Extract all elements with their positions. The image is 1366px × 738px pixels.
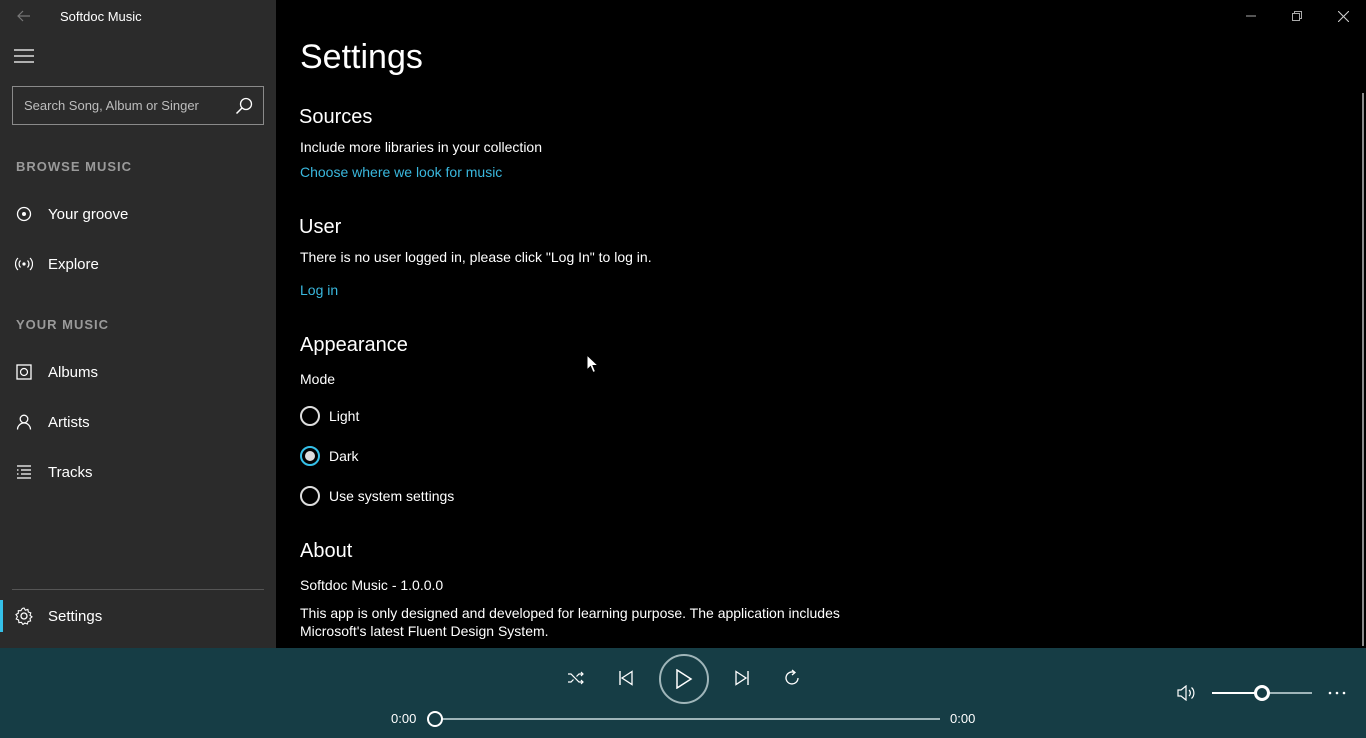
player-bar: 0:00 0:00 [0,648,1366,738]
app-title: Softdoc Music [60,9,142,24]
search-input[interactable] [13,87,231,124]
volume-button[interactable] [1175,681,1199,705]
speaker-icon [1177,685,1195,701]
close-icon [1337,10,1349,22]
sidebar-item-explore[interactable]: Explore [0,244,276,284]
minimize-icon [1246,15,1256,17]
vertical-scrollbar[interactable] [1362,93,1364,646]
previous-button[interactable] [614,666,638,690]
repeat-icon [785,669,799,685]
sidebar-item-your-groove[interactable]: Your groove [0,194,276,234]
shuffle-button[interactable] [564,666,588,690]
list-icon [15,463,33,481]
progress-thumb[interactable] [427,711,443,727]
restore-icon [1292,11,1302,21]
search-icon[interactable] [235,97,253,115]
sidebar-item-label: Your groove [48,205,129,223]
search-box [12,86,264,125]
sidebar-item-label: Explore [48,255,99,273]
repeat-button[interactable] [780,666,804,690]
radio-light[interactable]: Light [300,405,359,427]
your-music-header: YOUR MUSIC [16,317,110,332]
shuffle-icon [568,671,584,685]
main-content: Settings Sources Include more libraries … [276,0,1366,648]
restore-button[interactable] [1274,0,1320,32]
sidebar: Softdoc Music BROWSE MUSIC Your groove E… [0,0,276,648]
person-icon [15,413,33,431]
radio-circle [300,406,320,426]
album-icon [15,363,33,381]
sidebar-item-label: Settings [48,607,103,625]
hamburger-menu-button[interactable] [12,44,36,68]
user-status-text: There is no user logged in, please click… [300,249,652,265]
sidebar-item-artists[interactable]: Artists [0,402,276,442]
user-heading: User [299,216,342,238]
next-button[interactable] [730,666,754,690]
app-version: Softdoc Music - 1.0.0.0 [300,577,444,593]
sidebar-divider [12,589,264,590]
radio-system[interactable]: Use system settings [300,485,454,507]
selected-indicator [0,600,3,632]
minimize-button[interactable] [1228,0,1274,32]
groove-icon [15,205,33,223]
sidebar-item-albums[interactable]: Albums [0,352,276,392]
mouse-cursor-icon [586,354,600,374]
sources-description: Include more libraries in your collectio… [300,139,542,155]
radio-label: Use system settings [329,488,455,504]
sources-heading: Sources [299,106,373,128]
radio-waves-icon [15,255,33,273]
radio-label: Light [329,408,360,424]
back-arrow-icon [17,10,30,22]
sidebar-item-label: Artists [48,413,90,431]
current-time: 0:00 [391,711,417,726]
sidebar-item-tracks[interactable]: Tracks [0,452,276,492]
play-icon [676,669,693,689]
more-icon [1328,691,1346,695]
gear-icon [15,607,33,625]
appearance-heading: Appearance [300,334,408,356]
play-button[interactable] [659,654,709,704]
about-heading: About [300,540,353,562]
progress-bar[interactable] [435,718,940,720]
more-options-button[interactable] [1324,681,1350,705]
radio-dark[interactable]: Dark [300,445,359,467]
radio-label: Dark [329,448,359,464]
browse-music-header: BROWSE MUSIC [16,159,132,174]
radio-circle [300,486,320,506]
total-time: 0:00 [950,711,976,726]
page-title: Settings [300,38,423,76]
hamburger-icon [14,49,34,63]
about-description-line2: Microsoft's latest Fluent Design System. [300,623,549,639]
sidebar-item-settings[interactable]: Settings [0,596,276,636]
about-description-line1: This app is only designed and developed … [300,605,840,621]
sidebar-item-label: Albums [48,363,99,381]
back-button[interactable] [12,6,36,26]
choose-music-folders-link[interactable]: Choose where we look for music [300,164,502,180]
radio-circle-selected [300,446,320,466]
next-icon [735,670,749,686]
previous-icon [619,670,633,686]
close-button[interactable] [1320,0,1366,32]
sidebar-item-label: Tracks [48,463,93,481]
log-in-link[interactable]: Log in [300,282,338,298]
mode-label: Mode [300,371,336,387]
volume-slider-thumb[interactable] [1254,685,1270,701]
